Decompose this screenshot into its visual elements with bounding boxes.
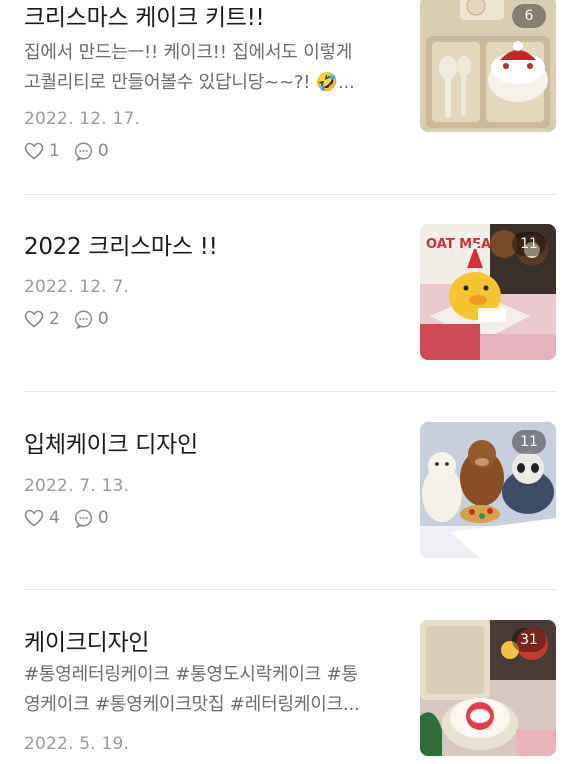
post-thumbnail[interactable]: 6 [420,0,556,132]
post-summary[interactable]: 집에서 만드는ㅡ!! 케이크!! 집에서도 이렇게 고퀄리티로 만들어볼수 있답… [24,38,396,98]
svg-text:OAT MEAL: OAT MEAL [426,237,499,252]
post-title[interactable]: 케이크디자인 [24,623,149,657]
post-summary-line: 집에서 만드는ㅡ!! 케이크!! 집에서도 이렇게 [24,42,353,63]
photo-count-badge: 11 [512,430,546,454]
post-date: 2022. 7. 13. [24,476,130,496]
post-stats: 1 0 [24,141,123,161]
heart-outline-icon [24,509,44,527]
comment-count-value: 0 [97,141,109,161]
speech-bubble-icon [74,141,92,161]
speech-bubble-icon [74,508,92,528]
comment-count[interactable]: 0 [74,309,109,329]
post-summary-line: 영케이크 #통영케이크맛집 #레터링케이크... [24,694,360,715]
speech-bubble-icon [74,309,92,329]
comment-count-value: 0 [97,309,109,329]
post-summary-line: #통영레터링케이크 #통영도시락케이크 #통 [24,664,358,685]
photo-count-badge: 31 [512,628,546,652]
like-count[interactable]: 2 [24,309,60,329]
like-count-value: 2 [49,309,60,329]
heart-outline-icon [24,142,44,160]
post-stats: 2 0 [24,309,123,329]
post-date: 2022. 5. 19. [24,734,130,754]
like-count-value: 1 [49,141,60,161]
post-date: 2022. 12. 7. [24,277,130,297]
divider [24,194,556,195]
divider [24,589,556,590]
post-thumbnail[interactable]: OAT MEAL 11 [420,224,556,360]
post-title[interactable]: 2022 크리스마스 !! [24,227,218,261]
post-thumbnail[interactable]: 11 [420,422,556,558]
post-title[interactable]: 크리스마스 케이크 키트!! [24,0,265,32]
post-title[interactable]: 입체케이크 디자인 [24,425,198,459]
like-count-value: 4 [49,508,60,528]
post-date: 2022. 12. 17. [24,109,141,129]
like-count[interactable]: 4 [24,508,60,528]
divider [24,391,556,392]
heart-outline-icon [24,310,44,328]
post-thumbnail[interactable]: 31 [420,620,556,756]
post-summary[interactable]: #통영레터링케이크 #통영도시락케이크 #통 영케이크 #통영케이크맛집 #레터… [24,660,396,720]
comment-count[interactable]: 0 [74,508,109,528]
post-stats: 4 0 [24,508,123,528]
comment-count-value: 0 [97,508,109,528]
photo-count-badge: 11 [512,232,546,256]
like-count[interactable]: 1 [24,141,60,161]
comment-count[interactable]: 0 [74,141,109,161]
post-summary-line: 고퀄리티로 만들어볼수 있답니당~~?! 🤣... [24,72,355,93]
photo-count-badge: 6 [512,4,546,28]
